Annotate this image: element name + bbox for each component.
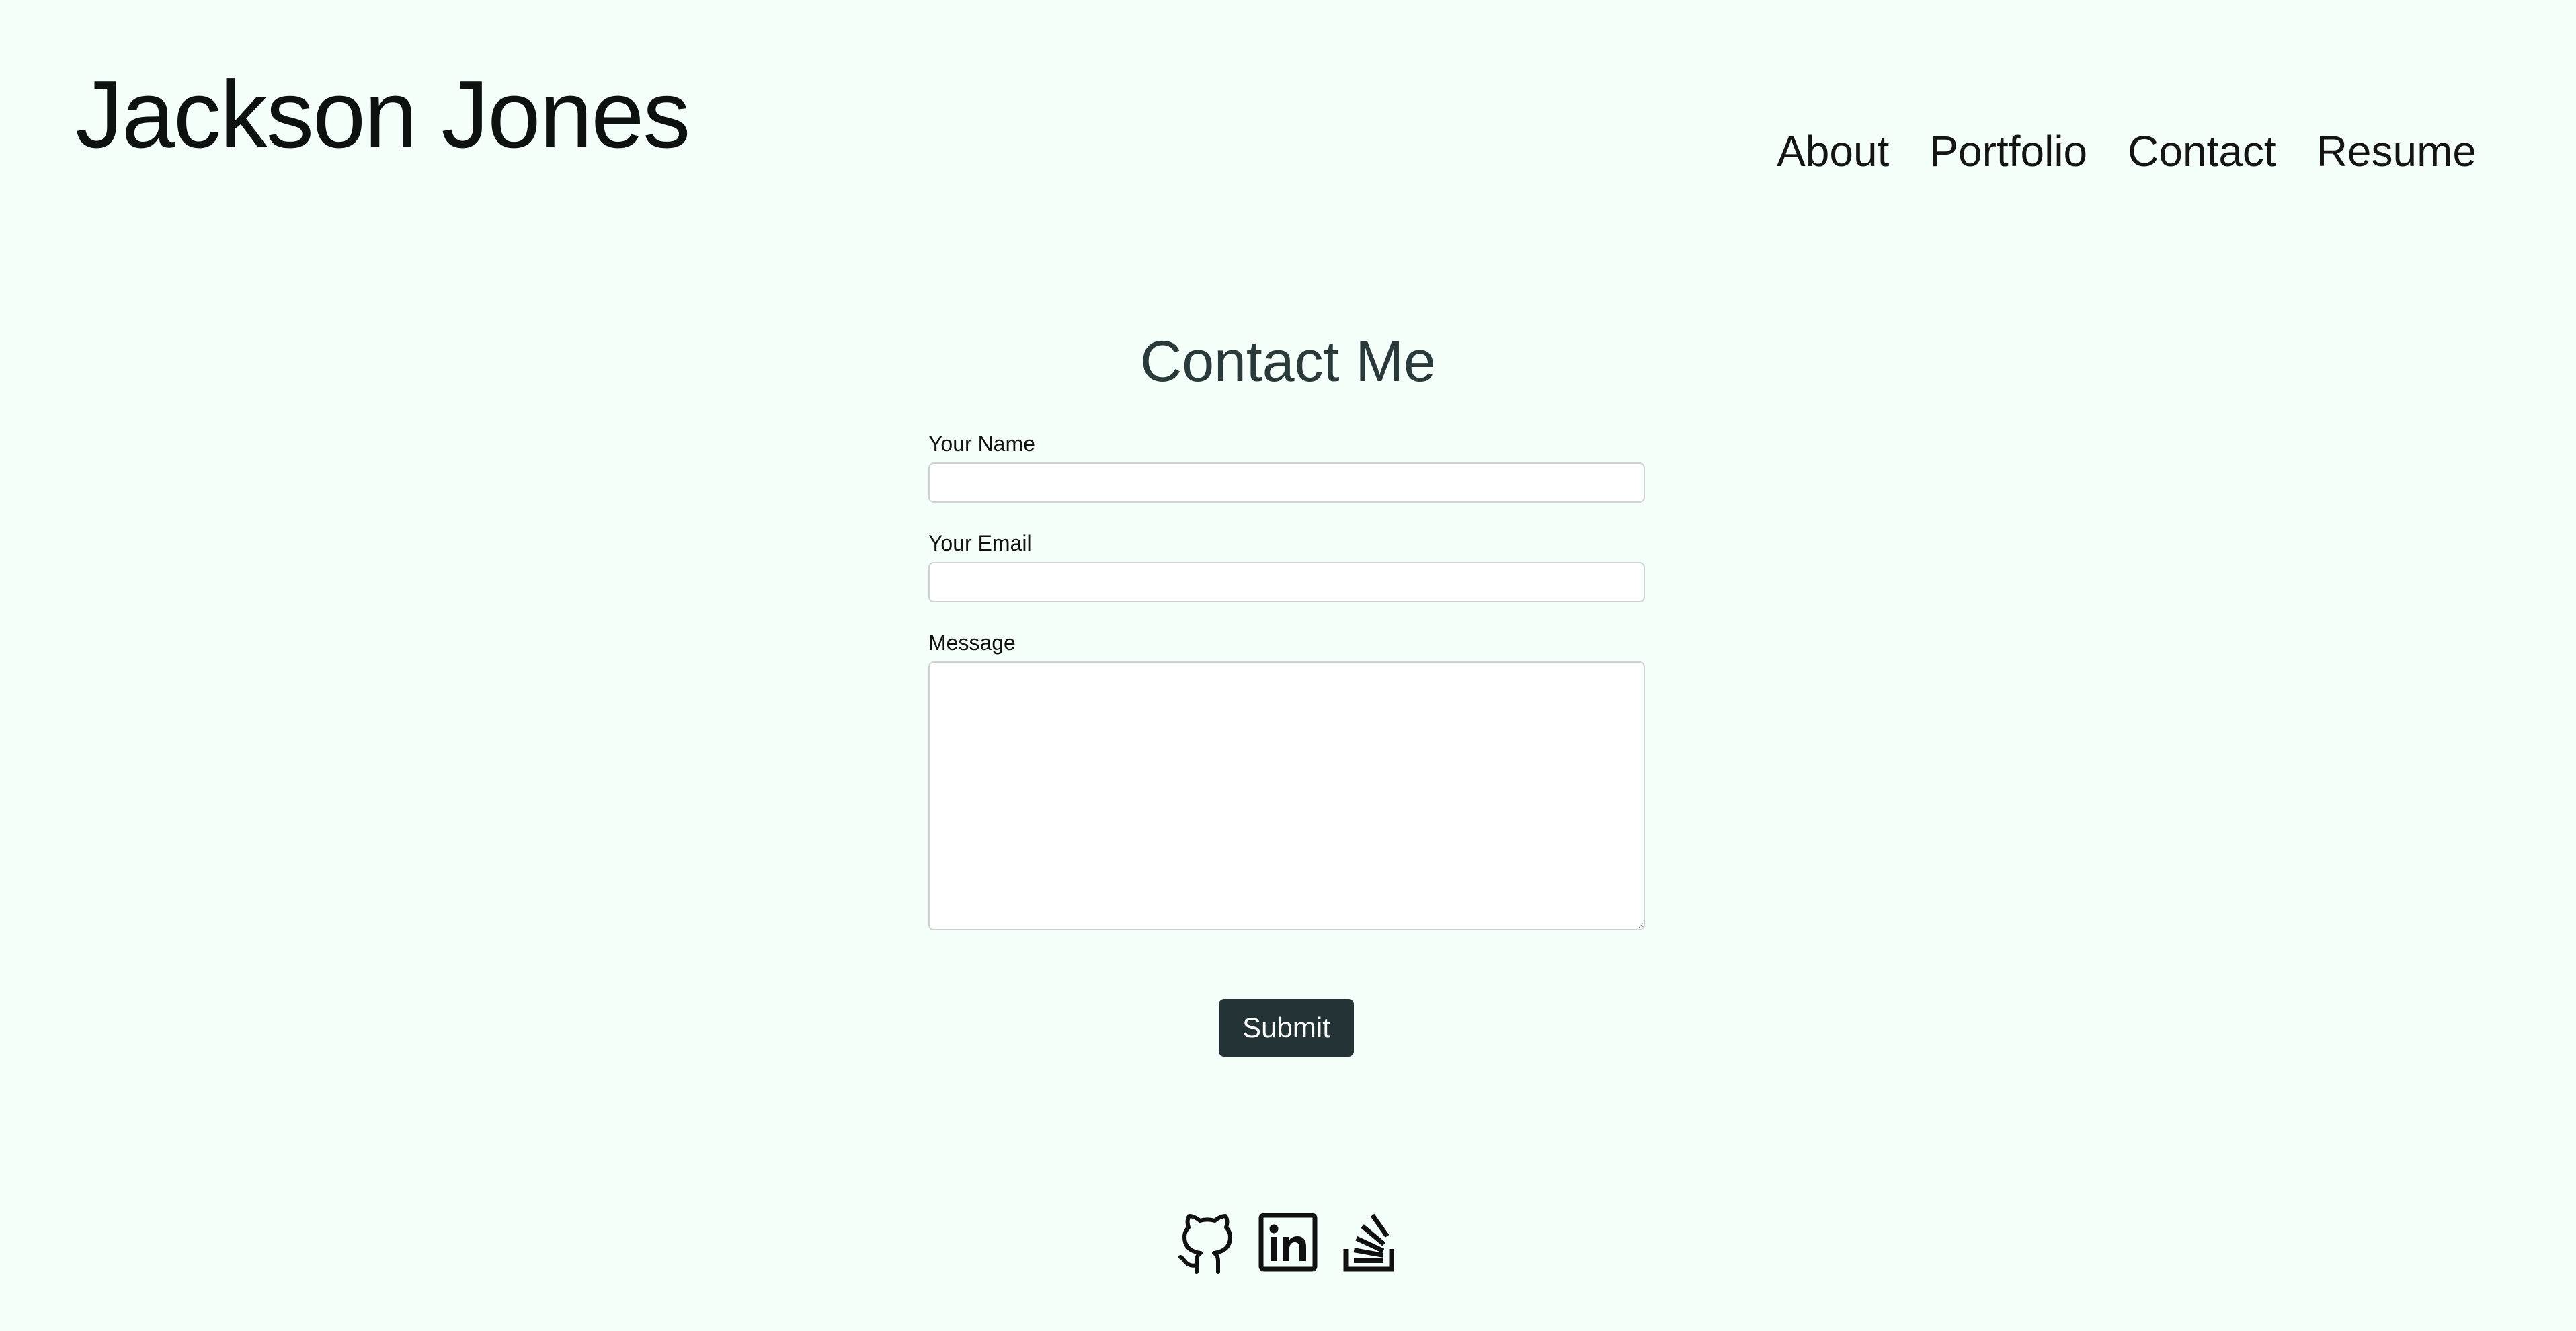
page: Jackson Jones About Portfolio Contact Re…: [0, 0, 2576, 1331]
linkedin-icon: [1258, 1213, 1318, 1272]
site-title[interactable]: Jackson Jones: [75, 67, 690, 163]
nav-about[interactable]: About: [1777, 124, 1889, 178]
nav-resume[interactable]: Resume: [2317, 124, 2477, 178]
nav-portfolio[interactable]: Portfolio: [1929, 124, 2087, 178]
main-nav: About Portfolio Contact Resume: [1777, 124, 2477, 178]
email-label: Your Email: [928, 531, 1032, 555]
contact-form: Your Name Your Email Message: [928, 430, 1645, 930]
name-label: Your Name: [928, 432, 1035, 456]
contact-title: Contact Me: [1140, 329, 1436, 394]
email-input[interactable]: [928, 562, 1645, 602]
social-links: [0, 1210, 2576, 1275]
name-input[interactable]: [928, 462, 1645, 503]
stackoverflow-icon: [1343, 1213, 1394, 1272]
message-textarea[interactable]: [928, 661, 1645, 930]
github-link[interactable]: [1176, 1210, 1238, 1275]
submit-button[interactable]: Submit: [1219, 999, 1354, 1057]
stackoverflow-link[interactable]: [1338, 1210, 1400, 1275]
linkedin-link[interactable]: [1257, 1210, 1319, 1275]
message-label: Message: [928, 631, 1016, 655]
github-icon: [1178, 1214, 1232, 1274]
nav-contact[interactable]: Contact: [2128, 124, 2276, 178]
